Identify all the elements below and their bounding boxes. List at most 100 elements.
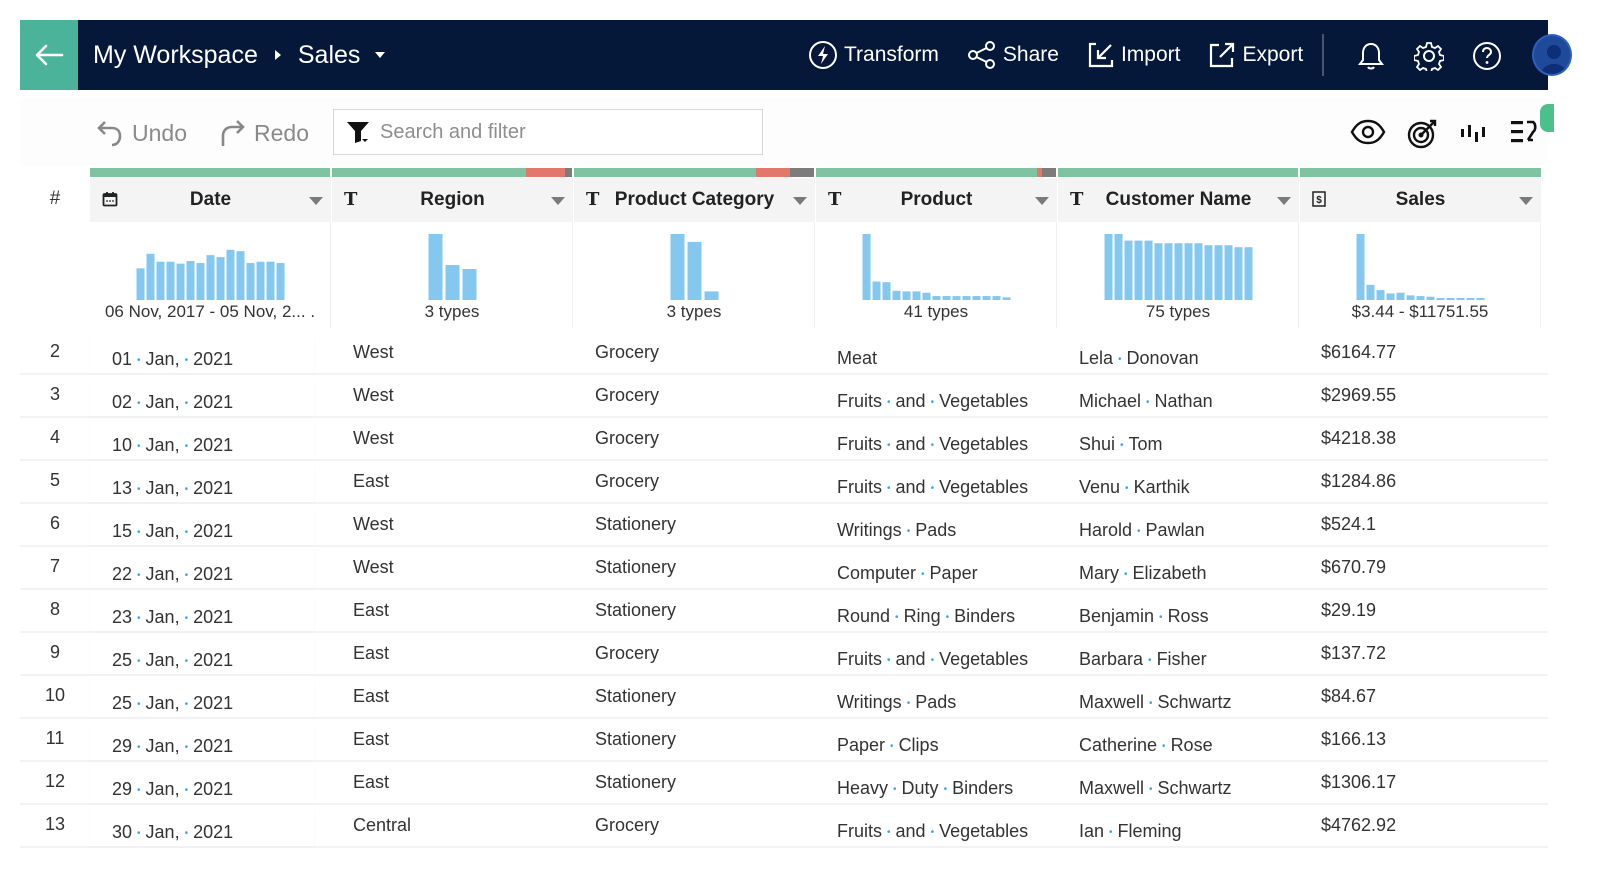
import-button[interactable]: Import — [1087, 41, 1180, 69]
histogram-bar[interactable] — [912, 291, 921, 300]
table-row[interactable]: 3 02 • Jan, • 2021 West Grocery Fruits • and • Veget… — [20, 375, 1548, 418]
histogram-bar[interactable] — [1386, 293, 1395, 300]
date-cell[interactable]: 25 • Jan, • 2021 — [112, 650, 233, 671]
customer-cell[interactable]: Benjamin • Ross — [1079, 606, 1209, 627]
histogram-bar[interactable] — [1154, 243, 1163, 300]
table-row[interactable]: 2 01 • Jan, • 2021 West Grocery Meat Lela • Donovan… — [20, 332, 1548, 375]
histogram-bar[interactable] — [1104, 234, 1113, 300]
histogram-bar[interactable] — [266, 261, 275, 300]
customer-cell[interactable]: Maxwell • Schwartz — [1079, 692, 1232, 713]
region-cell[interactable]: East — [353, 686, 389, 707]
column-header[interactable]: $ Sales — [1300, 178, 1541, 222]
histogram-bar[interactable] — [1164, 243, 1173, 300]
column-menu-caret-icon[interactable] — [1035, 197, 1049, 205]
product-cell[interactable]: Paper • Clips — [837, 735, 939, 756]
avatar[interactable] — [1532, 34, 1572, 76]
histogram-bar[interactable] — [445, 265, 460, 300]
histogram-bar[interactable] — [902, 291, 911, 300]
category-cell[interactable]: Stationery — [595, 772, 676, 793]
category-cell[interactable]: Grocery — [595, 471, 659, 492]
table-row[interactable]: 8 23 • Jan, • 2021 East Stationery Round • Ring • Bi… — [20, 590, 1548, 633]
table-row[interactable]: 10 25 • Jan, • 2021 East Stationery Writings • Pad… — [20, 676, 1548, 719]
histogram-bar[interactable] — [1194, 243, 1203, 300]
search-input[interactable] — [380, 120, 750, 144]
histogram-bar[interactable] — [462, 268, 477, 300]
table-row[interactable]: 6 15 • Jan, • 2021 West Stationery Writings • Pads… — [20, 504, 1548, 547]
histogram-bar[interactable] — [176, 263, 185, 300]
sales-cell[interactable]: $137.72 — [1321, 643, 1386, 664]
rules-button[interactable] — [1510, 118, 1540, 151]
histogram-bar[interactable] — [982, 296, 991, 300]
region-cell[interactable]: Central — [353, 815, 411, 836]
customer-cell[interactable]: Venu • Karthik — [1079, 477, 1190, 498]
histogram-bar[interactable] — [1174, 243, 1183, 300]
column-menu-caret-icon[interactable] — [309, 197, 323, 205]
product-cell[interactable]: Round • Ring • Binders — [837, 606, 1015, 627]
data-quality-bar[interactable] — [1300, 168, 1541, 177]
category-cell[interactable]: Grocery — [595, 342, 659, 363]
category-cell[interactable]: Stationery — [595, 514, 676, 535]
undo-button[interactable]: Undo — [96, 118, 187, 148]
data-quality-bar[interactable] — [574, 168, 814, 177]
histogram-bar[interactable] — [206, 255, 215, 300]
back-button[interactable] — [20, 20, 78, 90]
histogram-bar[interactable] — [428, 234, 443, 300]
product-cell[interactable]: Fruits • and • Vegetables — [837, 434, 1028, 455]
histogram-bar[interactable] — [1416, 296, 1425, 300]
column-header[interactable]: T Region — [332, 178, 573, 222]
data-quality-bar[interactable] — [816, 168, 1056, 177]
customer-cell[interactable]: Shui • Tom — [1079, 434, 1163, 455]
table-row[interactable]: 11 29 • Jan, • 2021 East Stationery Paper • Clips C… — [20, 719, 1548, 762]
customer-cell[interactable]: Ian • Fleming — [1079, 821, 1182, 842]
histogram-bar[interactable] — [246, 263, 255, 300]
breadcrumb-current[interactable]: Sales — [298, 41, 361, 70]
date-cell[interactable]: 23 • Jan, • 2021 — [112, 607, 233, 628]
sales-cell[interactable]: $166.13 — [1321, 729, 1386, 750]
region-cell[interactable]: East — [353, 729, 389, 750]
date-cell[interactable]: 01 • Jan, • 2021 — [112, 349, 233, 370]
histogram-bar[interactable] — [276, 263, 285, 300]
customer-cell[interactable]: Maxwell • Schwartz — [1079, 778, 1232, 799]
region-cell[interactable]: West — [353, 385, 394, 406]
region-cell[interactable]: West — [353, 557, 394, 578]
histogram-bar[interactable] — [922, 292, 931, 300]
date-cell[interactable]: 15 • Jan, • 2021 — [112, 521, 233, 542]
histogram-bar[interactable] — [146, 253, 155, 300]
column-header[interactable]: T Customer Name — [1058, 178, 1299, 222]
export-button[interactable]: Export — [1208, 41, 1303, 69]
histogram-bar[interactable] — [704, 291, 719, 300]
histogram-bar[interactable] — [1002, 297, 1011, 300]
region-cell[interactable]: West — [353, 514, 394, 535]
histogram-bar[interactable] — [186, 261, 195, 300]
sales-cell[interactable]: $2969.55 — [1321, 385, 1396, 406]
histogram-bar[interactable] — [670, 234, 685, 300]
histogram-bar[interactable] — [226, 249, 235, 300]
data-quality-bar[interactable] — [332, 168, 572, 177]
histogram-bar[interactable] — [992, 296, 1001, 300]
sales-cell[interactable]: $670.79 — [1321, 557, 1386, 578]
sales-cell[interactable]: $1284.86 — [1321, 471, 1396, 492]
histogram-bar[interactable] — [882, 282, 891, 300]
table-row[interactable]: 12 29 • Jan, • 2021 East Stationery Heavy • Duty • B… — [20, 762, 1548, 805]
histogram-bar[interactable] — [1244, 247, 1253, 300]
histogram-bar[interactable] — [1124, 240, 1133, 300]
date-cell[interactable]: 13 • Jan, • 2021 — [112, 478, 233, 499]
histogram-bar[interactable] — [236, 251, 245, 300]
side-panel-tab[interactable] — [1540, 104, 1554, 132]
histogram-bar[interactable] — [1466, 298, 1475, 300]
histogram-bar[interactable] — [1406, 295, 1415, 300]
chart-toggle-button[interactable] — [1460, 124, 1490, 149]
category-cell[interactable]: Stationery — [595, 686, 676, 707]
histogram-bar[interactable] — [892, 290, 901, 300]
histogram-bar[interactable] — [1446, 298, 1455, 300]
column-header[interactable]: T Product Category — [574, 178, 815, 222]
column-menu-caret-icon[interactable] — [1519, 197, 1533, 205]
histogram-bar[interactable] — [1426, 296, 1435, 300]
histogram-bar[interactable] — [216, 257, 225, 300]
sales-cell[interactable]: $524.1 — [1321, 514, 1376, 535]
customer-cell[interactable]: Barbara • Fisher — [1079, 649, 1207, 670]
view-toggle-button[interactable] — [1350, 118, 1386, 151]
category-cell[interactable]: Stationery — [595, 557, 676, 578]
region-cell[interactable]: East — [353, 471, 389, 492]
region-cell[interactable]: West — [353, 428, 394, 449]
